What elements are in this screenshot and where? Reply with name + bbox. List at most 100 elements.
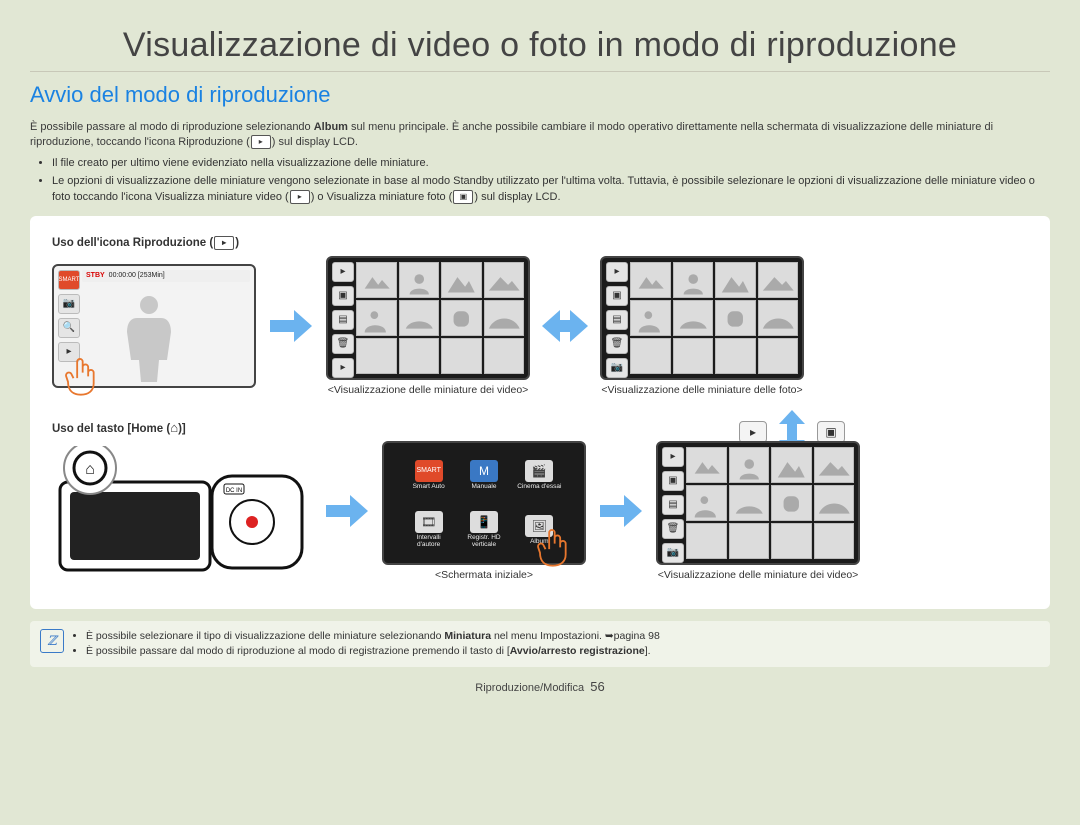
video-thumb-icon: ▸ xyxy=(290,190,310,204)
video-mode-icon[interactable]: ▸ xyxy=(332,262,354,282)
video-mode-icon[interactable]: ▸ xyxy=(606,262,628,282)
section-subtitle: Avvio del modo di riproduzione xyxy=(30,82,1050,108)
right-arrow-icon xyxy=(324,493,370,529)
video-thumb[interactable] xyxy=(814,447,855,483)
photo-thumb-icon: ▣ xyxy=(453,190,473,204)
home-section-label: Uso del tasto [Home (⌂)] xyxy=(52,420,1028,435)
photo-thumb[interactable] xyxy=(715,262,756,298)
video-thumb[interactable] xyxy=(356,262,397,298)
video-thumb[interactable] xyxy=(729,485,770,521)
video-thumb[interactable] xyxy=(399,262,440,298)
video-thumb[interactable] xyxy=(399,338,440,374)
home-screen: SMARTSmart Auto MManuale 🎬Cinema d'essai… xyxy=(382,441,586,565)
photo-thumb[interactable] xyxy=(673,262,714,298)
double-arrow-icon xyxy=(542,308,588,344)
video-thumb[interactable] xyxy=(441,338,482,374)
menu-hd-verticale[interactable]: 📱Registr. HD verticale xyxy=(459,506,508,555)
bullet-1: Il file creato per ultimo viene evidenzi… xyxy=(52,156,1050,172)
video-thumb[interactable] xyxy=(399,300,440,336)
note-box: ℤ È possibile selezionare il tipo di vis… xyxy=(30,621,1050,667)
rec-time: 00:00:00 [253Min] xyxy=(109,272,165,279)
bullet-2: Le opzioni di visualizzazione delle mini… xyxy=(52,174,1050,206)
camera-icon[interactable]: 📷 xyxy=(606,358,628,378)
video-thumb[interactable] xyxy=(686,523,727,559)
home-screen-caption: <Schermata iniziale> xyxy=(435,569,533,581)
video-thumb[interactable] xyxy=(729,523,770,559)
photo-thumb[interactable] xyxy=(630,262,671,298)
video-thumb[interactable] xyxy=(441,262,482,298)
video-thumb[interactable] xyxy=(441,300,482,336)
trash-icon[interactable]: 🗑 xyxy=(662,519,684,539)
menu-cinema[interactable]: 🎬Cinema d'essai xyxy=(515,451,564,500)
photo-mode-icon[interactable]: ▣ xyxy=(662,471,684,491)
video-thumb[interactable] xyxy=(484,300,525,336)
trash-icon[interactable]: 🗑 xyxy=(332,334,354,354)
touch-hand-icon xyxy=(532,529,570,573)
photo-thumb[interactable] xyxy=(758,300,799,336)
video-mode-icon: ▸ xyxy=(739,421,767,443)
video-mode-icon[interactable]: ▸ xyxy=(662,447,684,467)
right-arrow-icon xyxy=(268,308,314,344)
note-1: È possibile selezionare il tipo di visua… xyxy=(86,629,660,644)
svg-text:⌂: ⌂ xyxy=(85,461,95,478)
note-2: È possibile passare dal modo di riproduz… xyxy=(86,644,660,659)
zoom-icon: 🔍 xyxy=(58,318,80,338)
video-thumb[interactable] xyxy=(484,338,525,374)
video-thumb[interactable] xyxy=(771,523,812,559)
filmstrip-icon: ▤ xyxy=(606,310,628,330)
menu-intervalli[interactable]: 🎞Intervalli d'autore xyxy=(404,506,453,555)
photo-thumb[interactable] xyxy=(758,262,799,298)
photo-thumb[interactable] xyxy=(673,300,714,336)
photo-thumbnail-screen: ▸ ▣ ▤ 🗑 📷 xyxy=(600,256,804,380)
status-bar: STBY 00:00:00 [253Min] xyxy=(82,270,250,282)
play-icon: ▸ xyxy=(214,236,234,250)
touch-hand-icon xyxy=(60,358,98,402)
illustration-panel: Uso dell'icona Riproduzione (▸) SMART 📷 … xyxy=(30,216,1050,609)
video-thumb[interactable] xyxy=(771,485,812,521)
video-thumb[interactable] xyxy=(356,300,397,336)
page-footer: Riproduzione/Modifica 56 xyxy=(30,679,1050,694)
play-icon[interactable]: ▸ xyxy=(332,358,354,378)
filmstrip-icon: ▤ xyxy=(332,310,354,330)
camera-icon: 📷 xyxy=(58,294,80,314)
menu-smart-auto[interactable]: SMARTSmart Auto xyxy=(404,451,453,500)
silhouette-figure xyxy=(114,290,184,382)
page-title: Visualizzazione di video o foto in modo … xyxy=(30,26,1050,72)
photo-thumb[interactable] xyxy=(715,300,756,336)
menu-manuale[interactable]: MManuale xyxy=(459,451,508,500)
play-icon-section-label: Uso dell'icona Riproduzione (▸) xyxy=(52,236,1028,250)
video-thumb[interactable] xyxy=(686,485,727,521)
play-icon: ▸ xyxy=(251,135,271,149)
camcorder-illustration: ⌂ DC IN xyxy=(52,446,312,576)
photo-thumb[interactable] xyxy=(758,338,799,374)
video-thumb[interactable] xyxy=(771,447,812,483)
svg-text:DC IN: DC IN xyxy=(226,488,242,494)
video-thumb[interactable] xyxy=(686,447,727,483)
video-thumb[interactable] xyxy=(729,447,770,483)
video-thumb[interactable] xyxy=(814,485,855,521)
right-arrow-icon xyxy=(598,493,644,529)
trash-icon[interactable]: 🗑 xyxy=(606,334,628,354)
video-thumb[interactable] xyxy=(484,262,525,298)
note-icon: ℤ xyxy=(40,629,64,653)
photo-thumb[interactable] xyxy=(715,338,756,374)
video-thumb[interactable] xyxy=(814,523,855,559)
photo-thumb[interactable] xyxy=(630,338,671,374)
intro-text: È possibile passare al modo di riproduzi… xyxy=(30,120,1050,150)
photo-thumb[interactable] xyxy=(630,300,671,336)
photo-mode-icon: ▣ xyxy=(817,421,845,443)
photo-mode-icon[interactable]: ▣ xyxy=(332,286,354,306)
stby-label: STBY xyxy=(86,272,105,279)
smart-icon: SMART xyxy=(58,270,80,290)
filmstrip-icon: ▤ xyxy=(662,495,684,515)
photo-thumb[interactable] xyxy=(673,338,714,374)
video-thumbnail-screen: ▸ ▣ ▤ 🗑 📷 xyxy=(656,441,860,565)
photo-mode-icon[interactable]: ▣ xyxy=(606,286,628,306)
camera-icon[interactable]: 📷 xyxy=(662,543,684,563)
photo-thumb-caption: <Visualizzazione delle miniature delle f… xyxy=(601,384,802,396)
intro-bullets: Il file creato per ultimo viene evidenzi… xyxy=(52,156,1050,206)
video-thumbnail-screen: ▸ ▣ ▤ 🗑 ▸ xyxy=(326,256,530,380)
video-thumb[interactable] xyxy=(356,338,397,374)
video-thumb-caption: <Visualizzazione delle miniature dei vid… xyxy=(658,569,859,581)
standby-screen: SMART 📷 🔍 ▸ STBY 00:00:00 [253Min] xyxy=(52,264,256,388)
